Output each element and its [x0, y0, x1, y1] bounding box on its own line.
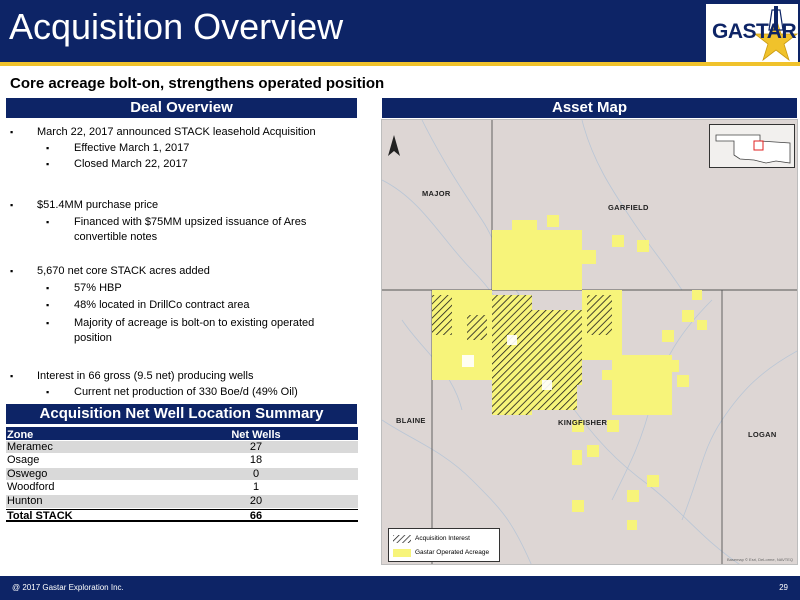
well-summary-table: Zone Net Wells Meramec 27 Osage 18 Osweg… — [6, 427, 358, 523]
table-row: Woodford 1 — [6, 481, 358, 495]
table-row: Osage 18 — [6, 454, 358, 468]
logo-text: GASTAR — [712, 20, 797, 43]
slide-subtitle: Core acreage bolt-on, strengthens operat… — [10, 75, 385, 92]
deal-overview-header: Deal Overview — [6, 98, 357, 118]
bullet-square-icon: ▪ — [46, 318, 50, 328]
copyright: @ 2017 Gastar Exploration Inc. — [12, 583, 124, 592]
map-legend: Acquisition Interest Gastar Operated Acr… — [388, 528, 500, 562]
table-header-row: Zone Net Wells — [6, 427, 358, 441]
county-label-logan: LOGAN — [748, 430, 777, 439]
bullet-square-icon: ▪ — [46, 387, 50, 397]
well-summary-header: Acquisition Net Well Location Summary — [6, 404, 357, 424]
table-row: Hunton 20 — [6, 494, 358, 509]
bullet-square-icon: ▪ — [46, 217, 50, 227]
gold-rule — [0, 62, 800, 66]
county-label-major: MAJOR — [422, 189, 451, 198]
bullet-square-icon: ▪ — [46, 159, 50, 169]
map-credit: Basemap © Esri, DeLorme, NAVTEQ — [726, 557, 793, 562]
page-number: 29 — [779, 583, 788, 592]
table-row: Oswego 0 — [6, 467, 358, 482]
title-bar: Acquisition Overview — [0, 0, 800, 62]
bullet-square-icon: ▪ — [10, 127, 14, 137]
oklahoma-inset-map — [709, 124, 795, 168]
table-total-row: Total STACK 66 — [6, 508, 358, 523]
hatch-swatch-icon — [393, 535, 411, 543]
bullet-square-icon: ▪ — [10, 371, 14, 381]
oklahoma-outline-icon — [715, 134, 791, 164]
bullet-square-icon: ▪ — [46, 283, 50, 293]
map-canvas — [382, 120, 797, 564]
bullet-square-icon: ▪ — [46, 300, 50, 310]
bullet-square-icon: ▪ — [46, 143, 50, 153]
footer: @ 2017 Gastar Exploration Inc. 29 — [0, 576, 800, 600]
page-title: Acquisition Overview — [9, 6, 344, 47]
county-label-blaine: BLAINE — [396, 416, 426, 425]
bullet-square-icon: ▪ — [10, 200, 14, 210]
yellow-swatch-icon — [393, 549, 411, 557]
gastar-logo: GASTAR — [706, 4, 798, 64]
county-label-garfield: GARFIELD — [608, 203, 649, 212]
county-label-kingfisher: KINGFISHER — [558, 418, 608, 427]
north-arrow-icon — [388, 135, 400, 156]
table-row: Meramec 27 — [6, 440, 358, 455]
asset-map-header: Asset Map — [382, 98, 797, 118]
bullet-square-icon: ▪ — [10, 266, 14, 276]
asset-map: MAJOR GARFIELD BLAINE KINGFISHER LOGAN A… — [381, 119, 798, 565]
